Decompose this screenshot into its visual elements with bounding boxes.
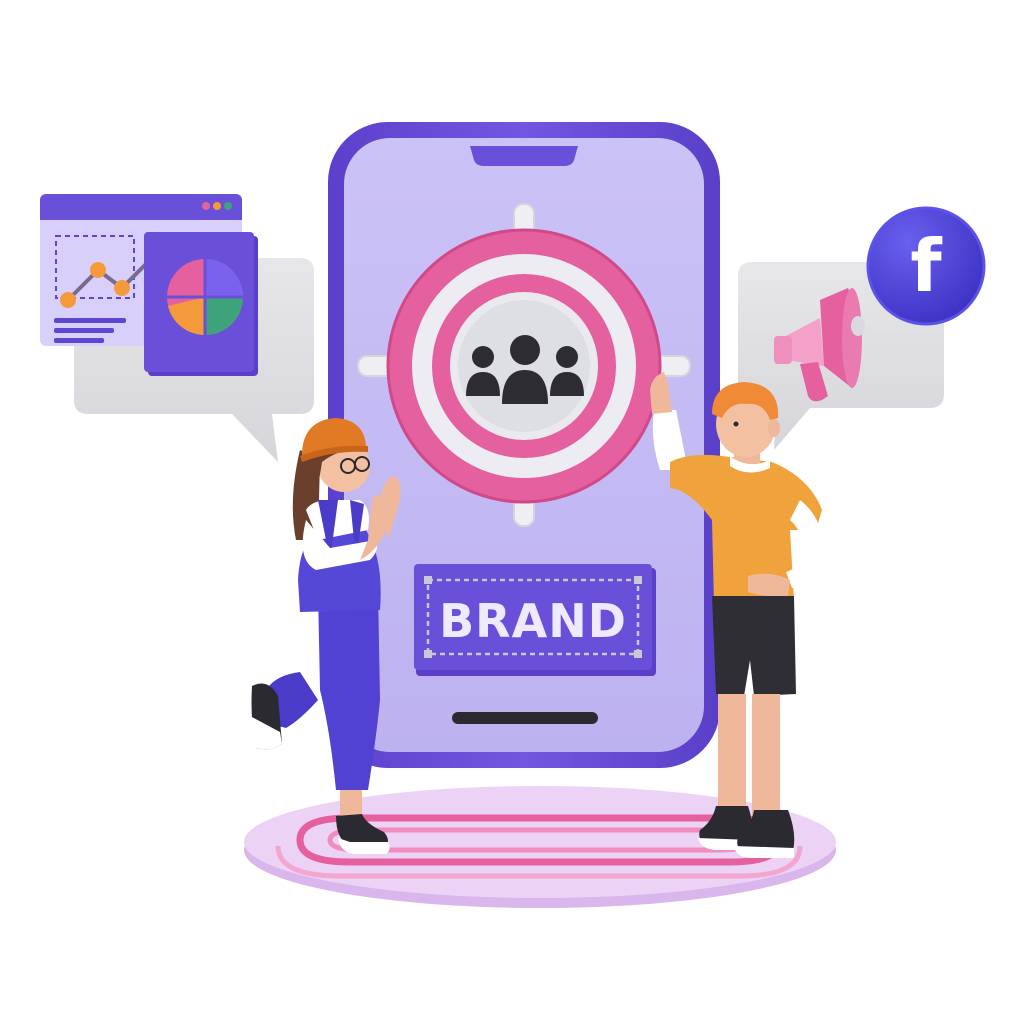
brand-label: BRAND	[439, 594, 627, 648]
brand-plate: BRAND	[414, 564, 656, 676]
phone-notch	[470, 146, 578, 166]
facebook-icon[interactable]: f	[866, 206, 986, 326]
window-dot-icon	[224, 202, 232, 210]
facebook-letter: f	[910, 224, 942, 308]
analytics-bubble	[40, 194, 314, 462]
pie-chart-card	[144, 232, 258, 376]
brand-targeting-illustration: f BRAND	[40, 122, 986, 908]
home-indicator	[452, 712, 598, 724]
window-dot-icon	[202, 202, 210, 210]
window-dot-icon	[213, 202, 221, 210]
pie-chart-icon	[167, 259, 243, 336]
